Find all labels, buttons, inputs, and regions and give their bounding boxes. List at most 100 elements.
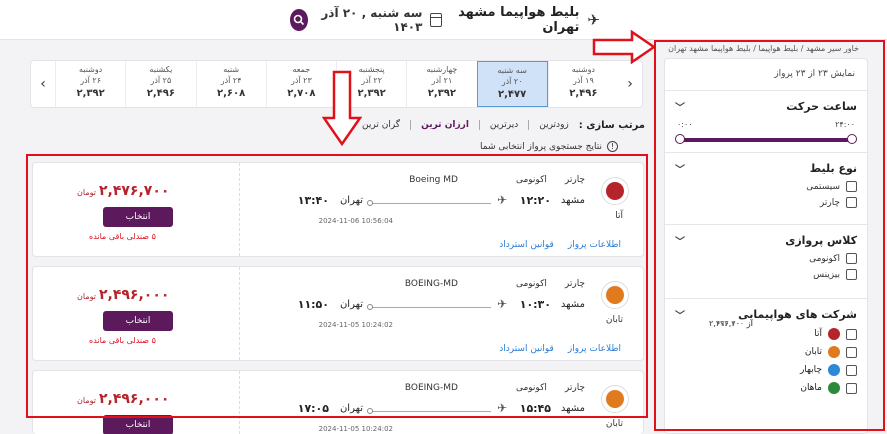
- divider: [528, 120, 530, 130]
- class-option-business[interactable]: بیزینس: [675, 269, 857, 280]
- flight-class: اکونومی: [515, 279, 547, 289]
- sort-most-expensive[interactable]: گران ترین: [362, 120, 400, 130]
- aircraft-type: BOEING-MD: [404, 279, 458, 289]
- ticket-type-filter: نوع بلیط ﹀ سیستمی چارتر: [665, 153, 867, 225]
- departure-time-filter: ساعت حرکت ﹀ ۲۴:۰۰ ۰:۰۰: [665, 91, 867, 153]
- date-option[interactable]: چهارشنبه ۲۱ آذر ۲,۳۹۲: [406, 61, 476, 107]
- results-notice: ! نتایج جستجوی پرواز انتخابی شما: [480, 141, 618, 152]
- airline-option[interactable]: آتا از ۲,۴۷۶,۷۰۰: [675, 319, 857, 340]
- result-count: نمایش ۲۳ از ۲۳ پرواز: [665, 59, 867, 91]
- seats-remaining: ۵ صندلی باقی مانده: [89, 232, 156, 241]
- chevron-down-icon[interactable]: ﹀: [675, 307, 685, 322]
- aircraft-type: Boeing MD: [409, 175, 458, 185]
- airline-logo-icon: [828, 346, 840, 358]
- flight-class-filter: کلاس پروازی ﹀ اکونومی بیزینس: [665, 225, 867, 299]
- departure-time-header[interactable]: ساعت حرکت ﹀: [675, 99, 857, 114]
- calendar-icon: [430, 13, 442, 27]
- checkbox[interactable]: [846, 253, 857, 264]
- flight-price: ۲,۴۹۶,۰۰۰ تومان: [77, 287, 170, 303]
- search-button[interactable]: [290, 9, 308, 31]
- chevron-down-icon[interactable]: ﹀: [675, 99, 685, 114]
- checkbox[interactable]: [846, 364, 857, 376]
- checkbox[interactable]: [846, 328, 857, 340]
- time-range-min: ۰:۰۰: [677, 120, 693, 129]
- date-option-selected[interactable]: سه شنبه ۲۰ آذر ۲,۴۷۷: [476, 61, 548, 107]
- airline-logo-icon: [828, 328, 840, 340]
- date-option[interactable]: یکشنبه ۲۵ آذر ۲,۴۹۶: [125, 61, 195, 107]
- airline-logo-icon: [828, 364, 840, 376]
- ticket-type: چارتر: [564, 383, 585, 393]
- checkbox[interactable]: [846, 382, 857, 394]
- search-summary[interactable]: ✈ بلیط هواپیما مشهد تهران سه شنبه , ۲۰ آ…: [290, 5, 600, 35]
- divider: [410, 120, 412, 130]
- class-option-economy[interactable]: اکونومی: [675, 253, 857, 264]
- flight-timestamp: 2024-11-06 10:56:04: [318, 217, 393, 225]
- top-header: ✈ بلیط هواپیما مشهد تهران سه شنبه , ۲۰ آ…: [0, 0, 887, 40]
- sort-latest[interactable]: دیرترین: [490, 120, 518, 130]
- flight-class: اکونومی: [515, 175, 547, 185]
- airline-logo-icon: [601, 281, 629, 309]
- flight-card: تابان چارتر اکونومی BOEING-MD مشهد ۱۰:۳۰ ✈ …: [32, 266, 644, 361]
- select-flight-button[interactable]: انتخاب: [103, 415, 173, 434]
- chevron-right-icon[interactable]: ›: [618, 61, 642, 107]
- flight-class-header[interactable]: کلاس پروازی ﹀: [675, 233, 857, 248]
- sort-cheapest[interactable]: ارزان ترین: [421, 120, 469, 130]
- flight-info-link[interactable]: اطلاعات پرواز: [568, 240, 621, 250]
- flight-timestamp: 2024-11-05 10:24:02: [318, 321, 393, 329]
- airline-option[interactable]: تابان از ۲,۴۹۶,۰۰۰: [675, 319, 857, 358]
- ticket-type-option-charter[interactable]: چارتر: [675, 197, 857, 208]
- airline-option[interactable]: چابهار از ۲,۶۰۰,۰۰۰: [675, 319, 857, 376]
- airplane-icon: ✈: [496, 401, 507, 415]
- airline-logo-icon: [601, 385, 629, 413]
- range-handle-max[interactable]: [847, 134, 857, 144]
- aircraft-type: BOEING-MD: [404, 383, 458, 393]
- airline-filter-header[interactable]: شرکت های هواپیمایی ﹀: [675, 307, 857, 322]
- airplane-icon: ✈: [496, 297, 507, 311]
- flight-route: مشهد ۱۵:۴۵ ✈ تهران ۱۷:۰۵: [297, 401, 585, 415]
- select-flight-button[interactable]: انتخاب: [103, 207, 173, 227]
- flight-info-link[interactable]: اطلاعات پرواز: [568, 344, 621, 354]
- checkbox[interactable]: [846, 269, 857, 280]
- airline-name: تابان: [605, 419, 623, 429]
- chevron-down-icon[interactable]: ﹀: [675, 161, 685, 176]
- date-option[interactable]: دوشنبه ۲۶ آذر ۲,۳۹۲: [55, 61, 125, 107]
- ticket-type: چارتر: [564, 279, 585, 289]
- search-date: سه شنبه , ۲۰ آذر ۱۴۰۳: [321, 6, 423, 34]
- sort-earliest[interactable]: زودترین: [539, 120, 569, 130]
- date-option[interactable]: دوشنبه ۱۹ آذر ۲,۴۹۶: [547, 61, 618, 107]
- flight-price: ۲,۴۹۶,۰۰۰ تومان: [77, 391, 170, 407]
- checkbox[interactable]: [846, 197, 857, 208]
- date-option[interactable]: شنبه ۲۴ آذر ۲,۶۰۸: [195, 61, 266, 107]
- airline-name: آتا: [615, 211, 623, 221]
- chevron-left-icon[interactable]: ‹: [31, 61, 55, 107]
- flight-price: ۲,۴۷۶,۷۰۰ تومان: [77, 183, 170, 199]
- airline-option[interactable]: ماهان از ۲,۶۰۷,۴۰۰: [675, 319, 857, 394]
- airplane-icon: ✈: [496, 193, 507, 207]
- seats-remaining: ۵ صندلی باقی مانده: [89, 336, 156, 345]
- time-range-max: ۲۴:۰۰: [835, 120, 855, 129]
- ticket-type-header[interactable]: نوع بلیط ﹀: [675, 161, 857, 176]
- filter-sidebar: نمایش ۲۳ از ۲۳ پرواز ساعت حرکت ﹀ ۲۴:۰۰ ۰…: [664, 58, 868, 434]
- time-range-slider[interactable]: ۲۴:۰۰ ۰:۰۰: [675, 120, 857, 146]
- airline-name: تابان: [605, 315, 623, 325]
- route-title: بلیط هواپیما مشهد تهران: [458, 5, 580, 35]
- flight-class: اکونومی: [515, 383, 547, 393]
- flight-route: مشهد ۱۰:۳۰ ✈ تهران ۱۱:۵۰: [297, 297, 585, 311]
- refund-rules-link[interactable]: قوانین استرداد: [499, 240, 554, 250]
- info-icon: !: [606, 141, 618, 152]
- range-track: [679, 138, 853, 142]
- flight-route: مشهد ۱۲:۲۰ ✈ تهران ۱۳:۴۰: [297, 193, 585, 207]
- search-icon: [293, 14, 304, 26]
- chevron-down-icon[interactable]: ﹀: [675, 233, 685, 248]
- flight-timestamp: 2024-11-05 10:24:02: [318, 425, 393, 433]
- refund-rules-link[interactable]: قوانین استرداد: [499, 344, 554, 354]
- ticket-type-option-system[interactable]: سیستمی: [675, 181, 857, 192]
- breadcrumb[interactable]: خاور سیر مشهد / بلیط هواپیما / بلیط هواپ…: [668, 44, 859, 53]
- annotation-arrow-down: [322, 70, 362, 146]
- checkbox[interactable]: [846, 181, 857, 192]
- divider: [478, 120, 480, 130]
- select-flight-button[interactable]: انتخاب: [103, 311, 173, 331]
- sort-label: مرتب سازی :: [578, 119, 645, 131]
- checkbox[interactable]: [846, 346, 857, 358]
- range-handle-min[interactable]: [675, 134, 685, 144]
